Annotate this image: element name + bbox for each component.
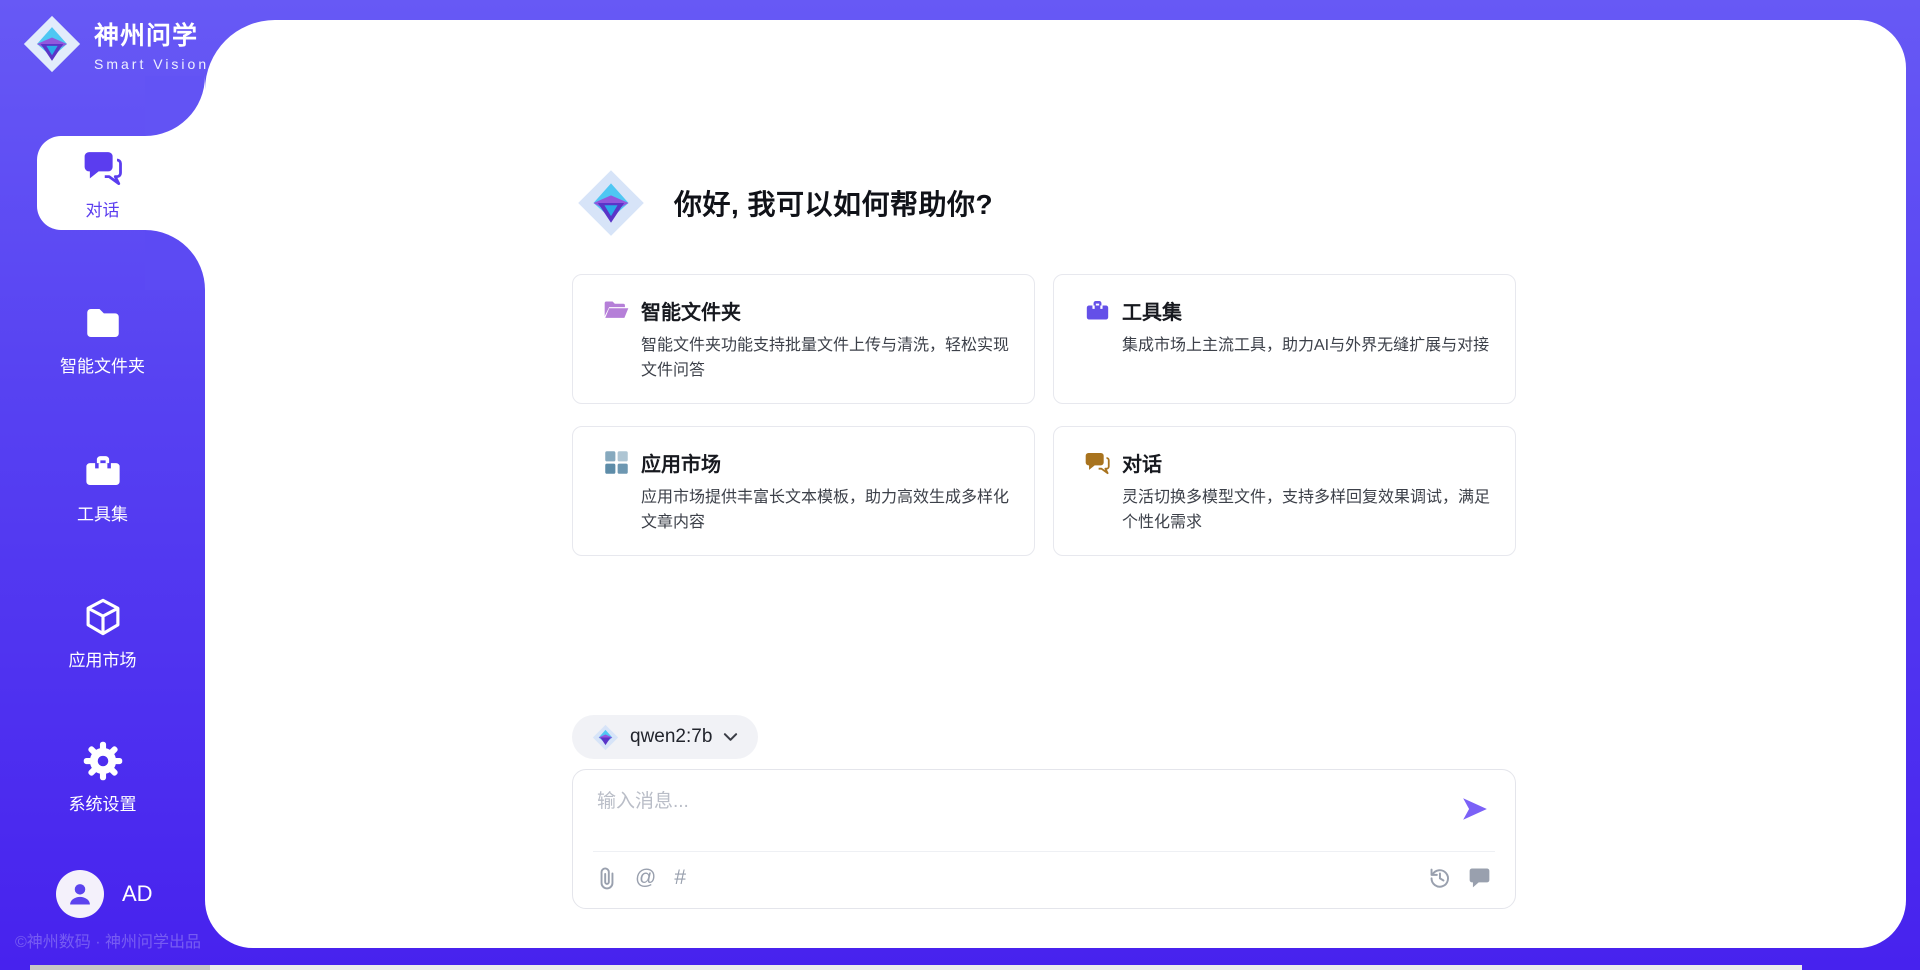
chat-bubbles-icon [1084,449,1111,476]
greeting-title: 你好, 我可以如何帮助你? [674,183,993,223]
brand-name: 神州问学 [94,16,209,52]
card-toolset[interactable]: 工具集 集成市场上主流工具，助力AI与外界无缝扩展与对接 [1053,274,1516,404]
card-app-market[interactable]: 应用市场 应用市场提供丰富长文本模板，助力高效生成多样化文章内容 [572,426,1035,556]
greeting-block: 你好, 我可以如何帮助你? [576,168,993,238]
user-account[interactable]: AD [56,870,153,918]
sidebar-item-label: 对话 [86,196,120,221]
card-description: 集成市场上主流工具，助力AI与外界无缝扩展与对接 [1122,334,1500,359]
horizontal-scrollbar-thumb[interactable] [30,965,210,970]
card-chat[interactable]: 对话 灵活切换多模型文件，支持多样回复效果调试，满足个性化需求 [1053,426,1516,556]
card-description: 灵活切换多模型文件，支持多样回复效果调试，满足个性化需求 [1122,486,1500,536]
history-icon[interactable] [1428,866,1451,889]
chat-bubbles-icon [82,146,124,188]
toolbox-icon [82,450,124,492]
card-title: 工具集 [1122,296,1182,325]
message-composer: @ # [572,769,1516,909]
send-icon [1461,796,1489,822]
send-button[interactable] [1461,796,1489,822]
sidebar-item-toolset[interactable]: 工具集 [0,450,205,525]
card-title: 智能文件夹 [641,296,741,325]
sidebar-item-label: 智能文件夹 [60,352,145,377]
avatar [56,870,104,918]
toolbox-icon [1084,297,1111,324]
copyright-text: ©神州数码 · 神州问学出品 [8,928,208,952]
brand-subtitle: Smart Vision [94,56,209,72]
card-title: 应用市场 [641,448,721,477]
message-input[interactable] [597,784,1445,820]
paperclip-icon[interactable] [597,866,617,890]
chevron-down-icon [723,732,738,742]
sidebar-item-label: 系统设置 [69,790,137,815]
gem-logo-icon [592,724,619,751]
brand-logo-block: 神州问学 Smart Vision [22,14,209,74]
at-icon[interactable]: @ [635,866,656,890]
folder-icon [82,302,124,344]
gem-logo-icon [576,168,646,238]
sidebar-item-label: 应用市场 [69,646,137,671]
cube-icon [82,596,124,638]
tab-fillet-top [145,76,205,136]
sidebar-item-smart-folder[interactable]: 智能文件夹 [0,302,205,377]
sidebar-item-chat[interactable]: 对话 [0,146,205,221]
card-description: 应用市场提供丰富长文本模板，助力高效生成多样化文章内容 [641,486,1019,536]
tab-fillet-bottom [145,230,205,290]
composer-tools-left: @ # [597,866,686,890]
gear-icon [82,740,124,782]
sidebar-item-app-market[interactable]: 应用市场 [0,596,205,671]
horizontal-scrollbar-track[interactable] [30,965,1802,970]
sidebar-item-label: 工具集 [77,500,128,525]
comment-icon[interactable] [1468,866,1491,889]
hash-icon[interactable]: # [674,866,686,890]
card-title: 对话 [1122,448,1162,477]
card-description: 智能文件夹功能支持批量文件上传与清洗，轻松实现文件问答 [641,334,1019,384]
model-selector[interactable]: qwen2:7b [572,715,758,759]
composer-divider [593,851,1495,852]
composer-tools-right [1428,866,1491,889]
card-smart-folder[interactable]: 智能文件夹 智能文件夹功能支持批量文件上传与清洗，轻松实现文件问答 [572,274,1035,404]
grid-icon [603,449,630,476]
user-initials: AD [122,881,153,907]
app-window: 神州问学 Smart Vision 对话 智能文件夹 工具集 应用市场 [0,0,1920,970]
model-name: qwen2:7b [630,726,712,748]
person-icon [66,880,94,908]
sidebar-item-settings[interactable]: 系统设置 [0,740,205,815]
folder-open-icon [603,297,630,324]
gem-logo-icon [22,14,82,74]
